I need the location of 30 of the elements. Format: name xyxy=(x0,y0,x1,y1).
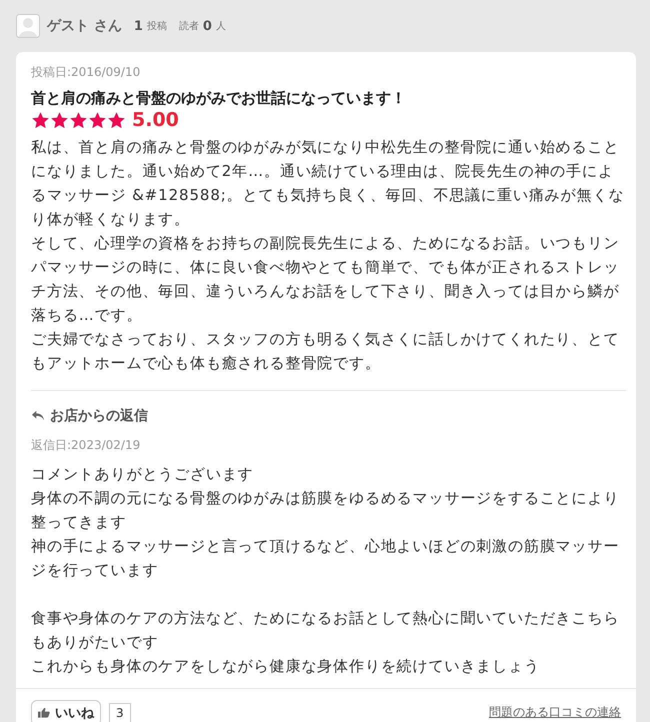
review-title: 首と肩の痛みと骨盤のゆがみでお世話になっています！ xyxy=(31,89,407,108)
like-count: 3 xyxy=(109,702,131,722)
post-label: 投稿 xyxy=(146,20,167,33)
star-icon xyxy=(88,110,107,130)
report-link[interactable]: 問題のある口コミの連絡 xyxy=(489,704,621,721)
review-paragraph: ご夫婦でなさっており、スタッフの方も明るく気さくに話しかけてくれたり、とてもアットホームで心も体も癒される整骨院です。 xyxy=(31,329,620,374)
review-paragraph: そして、心理学の資格をお持ちの副院長先生による、ためになるお話。いつもリンパマッサージの時に、体に良い食べ物やとても簡単で、でも体が正されるストレッチ方法、その他、毎回、違ういろんなお話をして下さり、聞き入っては目から鱗が落ちる…です。 xyxy=(31,233,620,326)
reply-line: 食事や身体のケアの方法など、ためになるお話として熱心に聞いていただきこちらもありがたいです xyxy=(31,608,620,653)
like-button[interactable]: いいね xyxy=(31,700,101,722)
star-icon xyxy=(107,110,126,130)
reply-line: コメントありがとうございます xyxy=(31,464,255,485)
reply-date: 返信日:2023/02/19 xyxy=(31,437,142,454)
avatar-icon xyxy=(16,14,40,38)
star-icon xyxy=(31,110,50,130)
reply-line: これからも身体のケアをしながら健康な身体作りを続けていきましょう xyxy=(31,656,541,677)
post-date: 投稿日:2016/09/10 xyxy=(31,64,142,81)
reply-icon xyxy=(31,410,45,422)
star-icon xyxy=(69,110,88,130)
thumbs-up-icon xyxy=(38,707,50,718)
reply-line: 身体の不調の元になる骨盤のゆがみは筋膜をゆるめるマッサージをすることにより整ってきます xyxy=(31,488,620,533)
reply-line: 神の手によるマッサージと言って頂けるなど、心地よいほどの刺激の筋膜マッサージを行っています xyxy=(31,536,620,581)
user-name[interactable]: ゲスト さん xyxy=(47,17,122,35)
review-paragraph: 私は、首と肩の痛みと骨盤のゆがみが気になり中松先生の整骨院に通い始めることになりました。通い始めて2年…。通い続けている理由は、院長先生の神の手によるマッサージ &#128588;。とても気持ち良く、毎回、不思議に重い痛みが無くなり体が軽くなります。 xyxy=(31,137,626,230)
post-count: 1 xyxy=(134,18,143,34)
reply-heading: お店からの返信 xyxy=(50,407,148,425)
reader-unit: 人 xyxy=(216,20,226,33)
reader-label: 読者 xyxy=(178,20,199,33)
reader-count: 0 xyxy=(202,18,212,34)
rating-score: 5.00 xyxy=(132,109,179,131)
star-icon xyxy=(50,110,69,130)
